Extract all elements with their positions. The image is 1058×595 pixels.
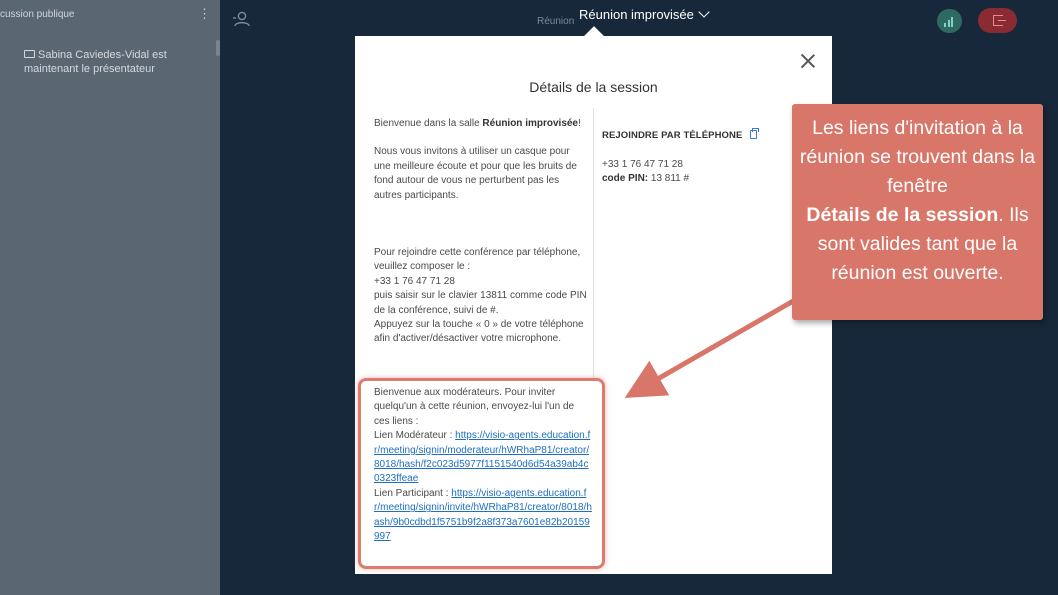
welcome-prefix: Bienvenue dans la salle <box>374 118 483 129</box>
headset-advice: Nous vous invitons à utiliser un casque … <box>374 146 577 201</box>
leave-icon <box>993 15 1006 26</box>
screen-icon <box>24 50 35 58</box>
pin-label: code PIN: <box>602 173 649 184</box>
mute-instructions: Appuyez sur la touche « 0 » de votre tél… <box>374 319 584 345</box>
highlight-box <box>358 378 605 569</box>
pin-code: code PIN: 13 811 # <box>602 172 812 186</box>
phone-section-heading: REJOINDRE PAR TÉLÉPHONE <box>602 128 812 143</box>
welcome-text: Bienvenue dans la salle Réunion improvis… <box>374 117 588 131</box>
callout-arrow <box>624 297 797 398</box>
room-name: Réunion improvisée <box>482 118 578 129</box>
meeting-title-dropdown[interactable]: Réunion improvisée <box>579 6 710 22</box>
phone-instructions: Pour rejoindre cette conférence par télé… <box>374 247 581 273</box>
leave-meeting-button[interactable] <box>978 8 1017 33</box>
chat-title: cussion publique <box>0 9 75 20</box>
connection-status-button[interactable] <box>937 9 962 33</box>
modal-title: Détails de la session <box>529 79 658 95</box>
signal-bar <box>951 17 953 27</box>
chat-sidebar: cussion publique ⋮ Sabina Caviedes-Vidal… <box>0 0 220 595</box>
signal-bars-icon <box>944 23 946 27</box>
phone-section: REJOINDRE PAR TÉLÉPHONE +33 1 76 47 71 2… <box>602 128 812 186</box>
welcome-suffix: ! <box>578 118 581 129</box>
chevron-down-icon <box>698 6 710 18</box>
system-message-text: Sabina Caviedes-Vidal est maintenant le … <box>24 49 167 75</box>
meeting-title-text: Réunion improvisée <box>579 7 694 22</box>
background-title: Réunion <box>537 16 575 27</box>
session-info-text: Bienvenue dans la salle Réunion improvis… <box>374 117 588 347</box>
callout-text-bold: Détails de la session <box>806 204 999 226</box>
phone-heading-text: REJOINDRE PAR TÉLÉPHONE <box>602 130 743 141</box>
annotation-callout: Les liens d'invitation à la réunion se t… <box>792 104 1043 320</box>
callout-text-start: Les liens d'invitation à la réunion se t… <box>799 117 1036 197</box>
column-divider <box>593 108 594 378</box>
system-message: Sabina Caviedes-Vidal est maintenant le … <box>24 48 194 76</box>
user-list-icon[interactable] <box>232 10 250 28</box>
signal-bar <box>947 20 950 27</box>
kebab-menu-icon[interactable]: ⋮ <box>198 7 211 21</box>
pin-instructions: puis saisir sur le clavier 13811 comme c… <box>374 290 587 316</box>
pin-value: 13 811 # <box>648 173 690 184</box>
phone-number-line: +33 1 76 47 71 28 <box>374 275 455 287</box>
phone-number: +33 1 76 47 71 28 <box>602 159 683 170</box>
close-icon[interactable] <box>800 53 816 69</box>
copy-icon[interactable] <box>750 128 760 139</box>
